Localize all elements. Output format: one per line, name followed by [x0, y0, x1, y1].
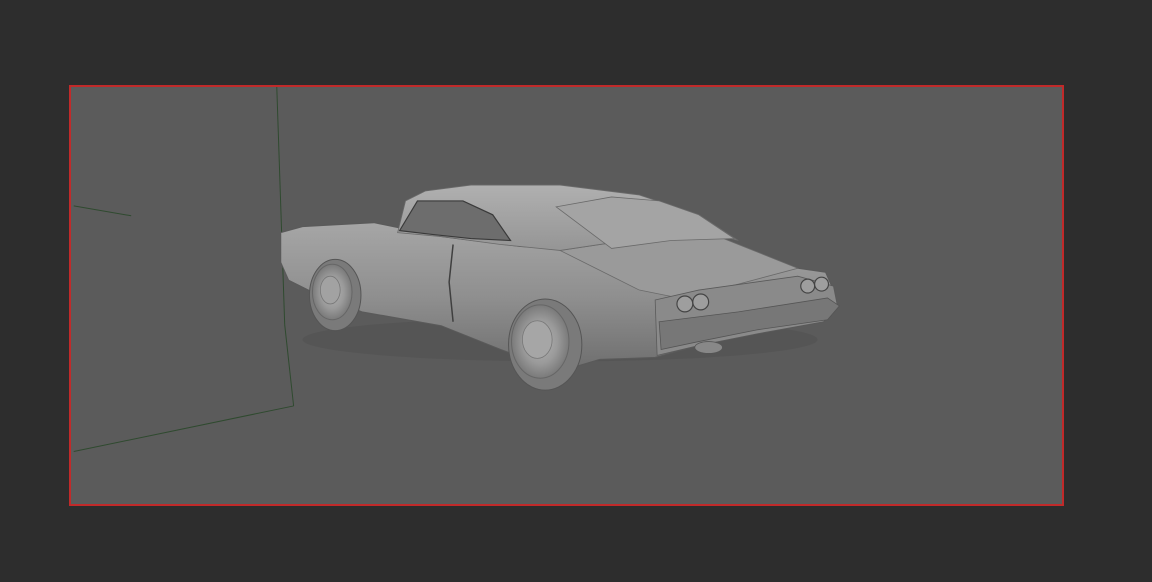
application-window [0, 0, 1152, 582]
3d-viewport[interactable] [69, 85, 1064, 506]
grid-lines [73, 87, 295, 452]
grid-line-bottom [73, 405, 294, 452]
rear-wheel [508, 298, 583, 391]
viewport-scene [73, 87, 840, 452]
car-exhaust [694, 341, 723, 354]
front-wheel [308, 258, 362, 332]
grid-line-vertical-lower [284, 324, 295, 406]
grid-line-vertical [276, 87, 286, 325]
grid-line-left [73, 205, 132, 217]
car-model[interactable] [280, 184, 840, 391]
